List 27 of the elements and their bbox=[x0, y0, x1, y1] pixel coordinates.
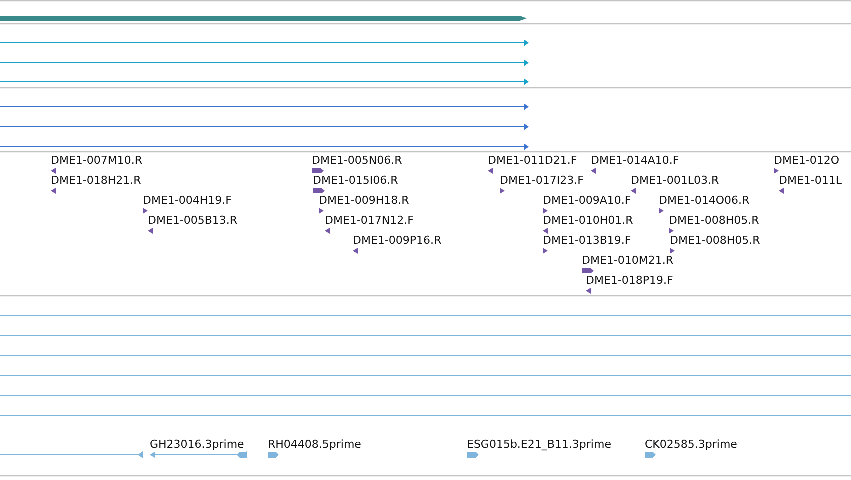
feature-label: DME1-008H05.R bbox=[669, 214, 760, 227]
feature-label: DME1-014A10.F bbox=[591, 154, 680, 167]
feature-label: DME1-005N06.R bbox=[312, 154, 402, 167]
feature-label: DME1-009A10.F bbox=[543, 194, 632, 207]
feature-label: DME1-017I23.F bbox=[500, 174, 584, 187]
feature-label: DME1-010M21.R bbox=[582, 254, 674, 267]
feature-label: DME1-011L bbox=[779, 174, 842, 187]
feature-label: DME1-008H05.R bbox=[670, 234, 760, 247]
feature-label: DME1-018P19.F bbox=[586, 274, 674, 287]
feature-label: DME1-018H21.R bbox=[51, 174, 142, 187]
feature-label: DME1-005B13.R bbox=[148, 214, 238, 227]
feature-label: DME1-009H18.R bbox=[319, 194, 410, 207]
feature-label: DME1-010H01.R bbox=[543, 214, 634, 227]
feature-label: ESG015b.E21_B11.3prime bbox=[467, 438, 612, 451]
feature-label: CK02585.3prime bbox=[645, 438, 738, 451]
feature-label: DME1-012O bbox=[774, 154, 840, 167]
feature-label: RH04408.5prime bbox=[268, 438, 362, 451]
feature-label: DME1-017N12.F bbox=[325, 214, 414, 227]
feature-label: GH23016.3prime bbox=[150, 438, 244, 451]
feature-label: DME1-009P16.R bbox=[353, 234, 442, 247]
feature-label: DME1-013B19.F bbox=[543, 234, 632, 247]
feature-label: DME1-011D21.F bbox=[488, 154, 578, 167]
feature-label: DME1-001L03.R bbox=[631, 174, 720, 187]
feature-label: DME1-004H19.F bbox=[143, 194, 232, 207]
feature-label: DME1-007M10.R bbox=[51, 154, 143, 167]
feature-label: DME1-015I06.R bbox=[313, 174, 398, 187]
feature-label: DME1-014O06.R bbox=[659, 194, 750, 207]
